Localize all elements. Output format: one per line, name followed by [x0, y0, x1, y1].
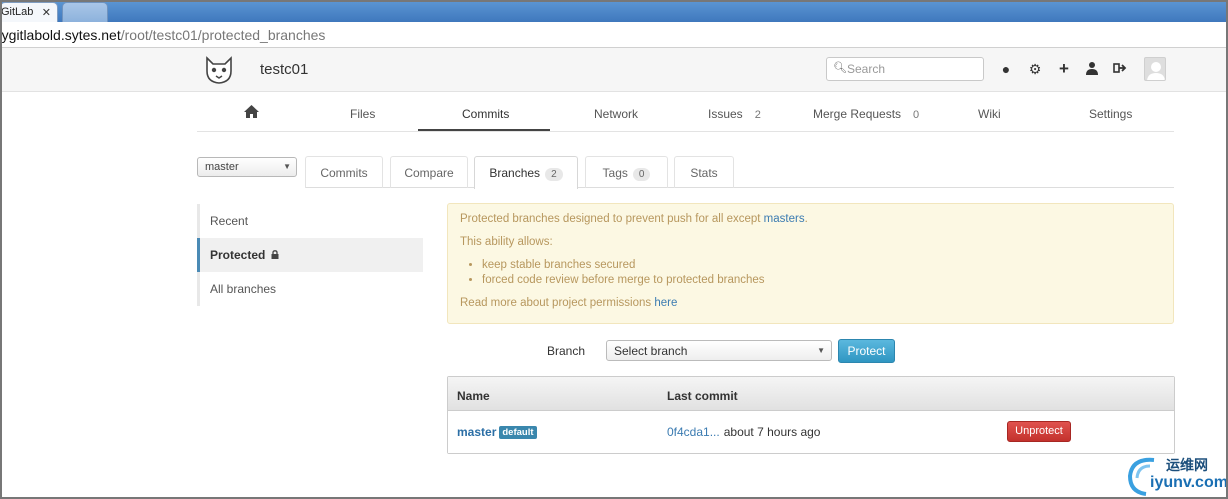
tab-stats-label: Stats	[690, 166, 718, 180]
tab-tags-label: Tags	[602, 166, 628, 180]
branches-side-nav: Recent Protected All branches	[197, 204, 423, 306]
project-title[interactable]: testc01	[260, 61, 308, 78]
nav-wiki[interactable]: Wiki	[978, 107, 1001, 121]
plus-icon[interactable]: +	[1056, 60, 1072, 77]
home-icon	[244, 105, 259, 118]
protected-branches-table: Name Last commit master default 0f4cda1..…	[447, 376, 1175, 454]
gitlab-logo-icon[interactable]	[203, 55, 235, 85]
nav-network[interactable]: Network	[594, 107, 638, 121]
alert-read-more: Read more about project permissions here	[460, 296, 1161, 311]
site-watermark: 运维网 iyunv.com	[1122, 452, 1228, 498]
user-icon[interactable]	[1084, 61, 1100, 77]
watermark-url: iyunv.com	[1150, 474, 1228, 491]
alert-intro-text: Protected branches designed to prevent p…	[460, 213, 764, 225]
tags-count-badge: 0	[632, 168, 651, 181]
app-header: testc01 🔍︎ Search ● ⚙ +	[0, 48, 1228, 92]
masters-link[interactable]: masters	[764, 213, 805, 225]
protected-branches-info-alert: Protected branches designed to prevent p…	[447, 203, 1174, 324]
tab-branches[interactable]: Branches 2	[474, 156, 578, 189]
branches-count-badge: 2	[545, 168, 563, 181]
browser-tab-gitlab[interactable]: GitLab ✕	[0, 2, 58, 22]
nav-home[interactable]	[244, 105, 259, 121]
alert-intro: Protected branches designed to prevent p…	[460, 212, 1161, 227]
last-commit-cell: 0f4cda1... about 7 hours ago	[667, 425, 820, 439]
ref-switcher-value: master	[205, 161, 239, 173]
column-header-last-commit: Last commit	[667, 389, 738, 403]
side-item-protected-label: Protected	[210, 248, 266, 262]
active-nav-indicator	[418, 129, 550, 131]
project-nav: Files Commits Network Issues 2 Merge Requ…	[197, 92, 1174, 132]
lock-icon	[268, 250, 279, 261]
nav-issues-label: Issues	[708, 107, 743, 121]
search-input[interactable]: 🔍︎ Search	[826, 57, 984, 81]
branch-name-link[interactable]: master	[457, 425, 496, 439]
commits-subnav: Commits Compare Branches 2 Tags 0 Stats	[305, 156, 1174, 189]
address-path: /root/testc01/protected_branches	[120, 27, 326, 43]
nav-settings[interactable]: Settings	[1089, 107, 1132, 121]
alert-read-more-text: Read more about project permissions	[460, 297, 655, 309]
browser-tab-strip: GitLab ✕	[0, 0, 1228, 22]
nav-issues[interactable]: Issues 2	[708, 107, 761, 121]
tab-compare-label: Compare	[404, 166, 454, 180]
tab-compare[interactable]: Compare	[390, 156, 468, 188]
sign-out-icon[interactable]	[1112, 61, 1128, 77]
close-tab-icon[interactable]: ✕	[42, 6, 51, 19]
table-header: Name Last commit	[448, 377, 1174, 411]
side-item-all-branches-label: All branches	[210, 282, 277, 296]
column-header-name: Name	[457, 389, 490, 403]
chevron-down-icon: ▼	[283, 162, 291, 171]
avatar[interactable]	[1144, 57, 1166, 81]
tab-stats[interactable]: Stats	[674, 156, 734, 188]
alert-bullet: keep stable branches secured	[482, 258, 1161, 273]
search-placeholder: Search	[847, 62, 886, 76]
nav-commits[interactable]: Commits	[462, 107, 509, 121]
branch-field-label: Branch	[547, 344, 586, 358]
nav-merge-requests-label: Merge Requests	[813, 107, 902, 121]
table-row: master default 0f4cda1... about 7 hours ag…	[448, 411, 1174, 453]
unprotect-button[interactable]: Unprotect	[1007, 421, 1071, 442]
side-item-recent[interactable]: Recent	[197, 204, 423, 238]
globe-icon[interactable]: ●	[998, 61, 1014, 77]
new-tab-button[interactable]	[62, 2, 108, 22]
default-badge: default	[499, 426, 537, 439]
tab-commits-label: Commits	[320, 166, 368, 180]
side-item-protected[interactable]: Protected	[197, 238, 423, 272]
side-item-recent-label: Recent	[210, 214, 249, 228]
alert-bullet-list: keep stable branches secured forced code…	[482, 258, 1161, 288]
branch-cell: master default	[457, 425, 537, 439]
nav-files[interactable]: Files	[350, 107, 375, 121]
tab-branches-label: Branches	[489, 166, 541, 180]
browser-tab-title: GitLab	[1, 6, 34, 18]
nav-merge-requests-count: 0	[913, 109, 920, 121]
nav-merge-requests[interactable]: Merge Requests 0	[813, 107, 919, 121]
commit-sha-link[interactable]: 0f4cda1...	[667, 425, 720, 439]
address-bar[interactable]: mygitlabold.sytes.net/root/testc01/prote…	[0, 22, 1228, 48]
ref-switcher-select[interactable]: master ▼	[197, 157, 297, 177]
side-item-all-branches[interactable]: All branches	[197, 272, 423, 306]
chevron-down-icon: ▼	[817, 346, 825, 355]
tab-commits[interactable]: Commits	[305, 156, 383, 188]
gears-icon[interactable]: ⚙	[1027, 61, 1043, 77]
address-host: mygitlabold.sytes.net	[0, 27, 121, 43]
alert-bullet: forced code review before merge to prote…	[482, 273, 1161, 288]
watermark-cn: 运维网	[1166, 457, 1208, 473]
tab-tags[interactable]: Tags 0	[585, 156, 668, 188]
alert-intro-end: .	[804, 213, 808, 225]
alert-ability: This ability allows:	[460, 236, 553, 248]
commit-time: about 7 hours ago	[723, 425, 821, 439]
select-branch-dropdown[interactable]: Select branch ▼	[606, 340, 832, 361]
search-icon: 🔍︎	[833, 62, 847, 74]
protect-button[interactable]: Protect	[838, 339, 895, 363]
nav-issues-count: 2	[754, 109, 761, 121]
select-branch-value: Select branch	[614, 344, 688, 358]
permissions-help-link[interactable]: here	[654, 297, 677, 309]
